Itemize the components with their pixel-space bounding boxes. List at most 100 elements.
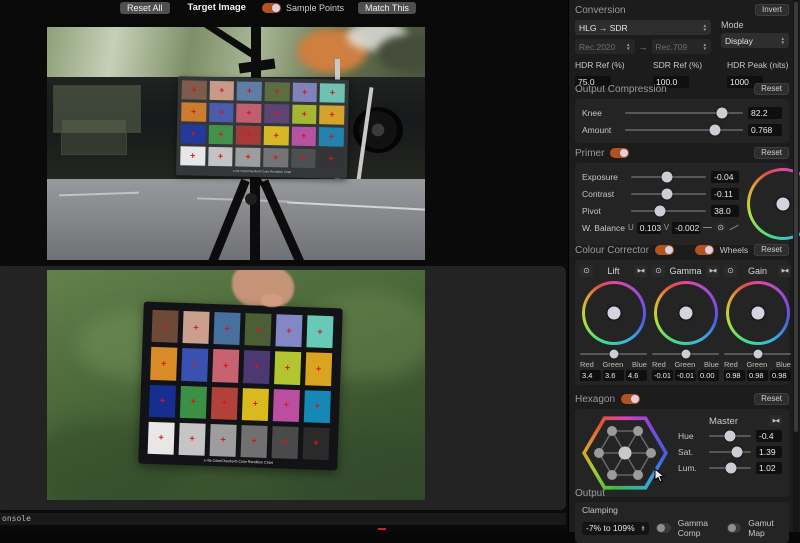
- sample-point-marker[interactable]: +: [191, 397, 197, 406]
- sample-point-marker[interactable]: +: [161, 359, 167, 368]
- exposure-slider[interactable]: [631, 176, 706, 178]
- reset-button[interactable]: Reset: [754, 393, 789, 405]
- sample-point-marker[interactable]: +: [329, 132, 334, 141]
- lum-value-field[interactable]: 1.02: [756, 462, 782, 474]
- picker-target-icon[interactable]: ⊙: [715, 222, 726, 233]
- slider-thumb[interactable]: [753, 349, 762, 358]
- sample-point-marker[interactable]: +: [313, 439, 319, 448]
- amount-slider[interactable]: [625, 129, 743, 131]
- slider-thumb[interactable]: [716, 107, 727, 118]
- sample-point-marker[interactable]: +: [192, 360, 198, 369]
- gain-green-field[interactable]: 0.98: [747, 370, 768, 381]
- mode-select[interactable]: Display ▲▼: [721, 33, 789, 48]
- sample-point-marker[interactable]: +: [255, 325, 261, 334]
- sample-point-marker[interactable]: +: [274, 109, 279, 118]
- sample-points-toggle[interactable]: [262, 3, 281, 13]
- sample-point-marker[interactable]: +: [247, 87, 252, 96]
- reset-master-icon[interactable]: ▶◀: [769, 415, 782, 427]
- contrast-slider[interactable]: [631, 193, 706, 195]
- slider-thumb[interactable]: [732, 447, 743, 458]
- sample-point-marker[interactable]: +: [330, 88, 335, 97]
- gamma-color-wheel[interactable]: [654, 281, 718, 345]
- v-value-field[interactable]: -0.002: [672, 222, 700, 234]
- slider-thumb[interactable]: [662, 171, 673, 182]
- reset-wheel-icon[interactable]: ▶◀: [778, 265, 791, 277]
- scrollbar-thumb[interactable]: [794, 2, 798, 432]
- target-image-tab[interactable]: Target Image: [188, 2, 246, 14]
- sample-point-marker[interactable]: +: [222, 398, 228, 407]
- gamma-green-field[interactable]: -0.01: [675, 370, 696, 381]
- sample-point-marker[interactable]: +: [218, 130, 223, 139]
- slider-thumb[interactable]: [725, 463, 736, 474]
- gamma-red-field[interactable]: -0.01: [652, 370, 673, 381]
- sample-point-marker[interactable]: +: [220, 436, 226, 445]
- target-icon[interactable]: ⊙: [652, 265, 665, 277]
- source-image-viewport[interactable]: ++++++++++++++++++++++++ x-rite ColorChe…: [47, 27, 425, 260]
- slider-thumb[interactable]: [681, 349, 690, 358]
- pivot-slider[interactable]: [631, 210, 706, 212]
- sample-point-marker[interactable]: +: [162, 322, 168, 331]
- invert-button[interactable]: Invert: [755, 4, 789, 16]
- reset-all-button[interactable]: Reset All: [120, 2, 170, 14]
- sample-point-marker[interactable]: +: [246, 131, 251, 140]
- reset-wheel-icon[interactable]: ▶◀: [634, 265, 647, 277]
- wheels-toggle[interactable]: [695, 245, 714, 255]
- sample-point-marker[interactable]: +: [282, 438, 288, 447]
- contrast-value-field[interactable]: -0.11: [711, 188, 739, 200]
- sample-point-marker[interactable]: +: [316, 365, 322, 374]
- lift-color-wheel[interactable]: [582, 281, 646, 345]
- lum-slider[interactable]: [709, 467, 751, 469]
- color-wheel-puck[interactable]: [679, 307, 692, 320]
- sample-point-marker[interactable]: +: [274, 87, 279, 96]
- sample-point-marker[interactable]: +: [158, 434, 164, 443]
- lift-blue-field[interactable]: 4.6: [626, 370, 647, 381]
- hue-value-field[interactable]: -0.4: [756, 430, 782, 442]
- sample-point-marker[interactable]: +: [191, 86, 196, 95]
- sample-point-marker[interactable]: +: [218, 152, 223, 161]
- exposure-value-field[interactable]: -0.04: [711, 171, 739, 183]
- match-this-button[interactable]: Match This: [358, 2, 416, 14]
- lift-red-field[interactable]: 3.4: [580, 370, 601, 381]
- sample-point-marker[interactable]: +: [301, 132, 306, 141]
- gain-master-slider[interactable]: [724, 353, 791, 355]
- slider-thumb[interactable]: [662, 188, 673, 199]
- knee-value-field[interactable]: 82.2: [748, 107, 782, 119]
- reset-button[interactable]: Reset: [754, 147, 789, 159]
- sample-point-marker[interactable]: +: [273, 131, 278, 140]
- target-icon[interactable]: ⊙: [580, 265, 593, 277]
- slider-thumb[interactable]: [724, 431, 735, 442]
- lift-master-slider[interactable]: [580, 353, 647, 355]
- slider-thumb[interactable]: [654, 205, 665, 216]
- sample-point-marker[interactable]: +: [190, 151, 195, 160]
- corrector-toggle[interactable]: [655, 245, 674, 255]
- console-tab[interactable]: onsole: [0, 513, 566, 525]
- sample-point-marker[interactable]: +: [253, 400, 259, 409]
- sample-point-marker[interactable]: +: [302, 110, 307, 119]
- sample-point-marker[interactable]: +: [328, 154, 333, 163]
- reset-button[interactable]: Reset: [754, 83, 789, 95]
- sample-point-marker[interactable]: +: [302, 88, 307, 97]
- color-wheel-puck[interactable]: [607, 307, 620, 320]
- gain-red-field[interactable]: 0.98: [724, 370, 745, 381]
- gain-color-wheel[interactable]: [726, 281, 790, 345]
- sample-point-marker[interactable]: +: [284, 401, 290, 410]
- dest-colorspace-select[interactable]: Rec.709 ▲▼: [652, 39, 712, 54]
- hexagon-toggle[interactable]: [621, 394, 640, 404]
- slider-thumb[interactable]: [609, 349, 618, 358]
- sample-point-marker[interactable]: +: [301, 154, 306, 163]
- transform-select[interactable]: HLG → SDR ▲▼: [575, 20, 711, 35]
- u-value-field[interactable]: 0.103: [637, 222, 661, 234]
- sample-point-marker[interactable]: +: [315, 402, 321, 411]
- target-icon[interactable]: ⊙: [724, 265, 737, 277]
- sample-point-marker[interactable]: +: [191, 108, 196, 117]
- amount-value-field[interactable]: 0.768: [748, 124, 782, 136]
- knee-slider[interactable]: [625, 112, 743, 114]
- color-wheel-puck[interactable]: [777, 198, 790, 211]
- gamma-master-slider[interactable]: [652, 353, 719, 355]
- sample-point-marker[interactable]: +: [246, 109, 251, 118]
- sample-point-marker[interactable]: +: [245, 153, 250, 162]
- hue-slider[interactable]: [709, 435, 751, 437]
- gain-blue-field[interactable]: 0.98: [770, 370, 791, 381]
- sample-point-marker[interactable]: +: [160, 396, 166, 405]
- sample-point-marker[interactable]: +: [224, 324, 230, 333]
